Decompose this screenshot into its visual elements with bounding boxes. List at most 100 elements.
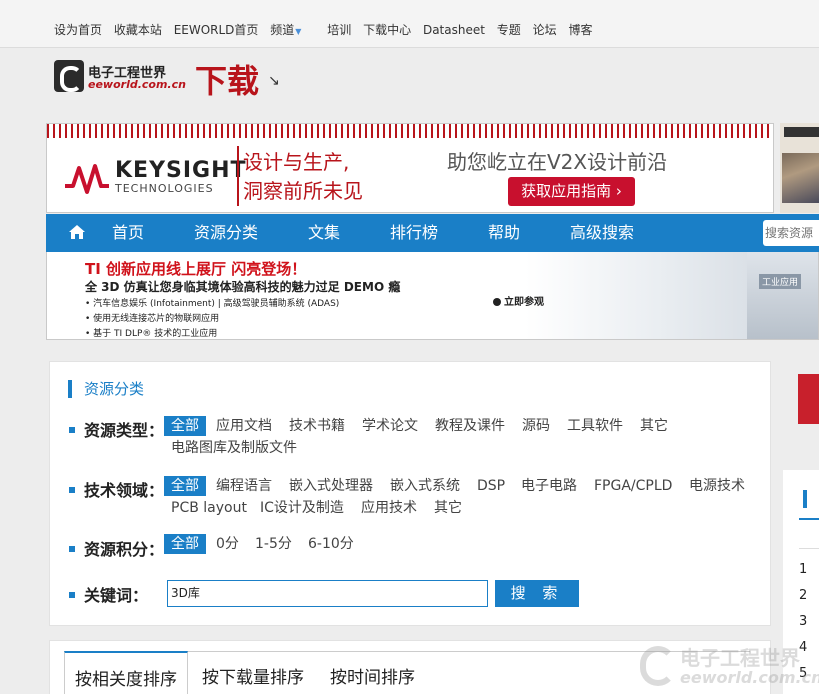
domain-option[interactable]: FPGA/CPLD — [594, 476, 672, 496]
promo-title: TI 创新应用线上展厅 闪亮登场！ — [85, 260, 307, 278]
domain-label: 技术领域： — [69, 477, 164, 501]
top-link-training[interactable]: 培训 — [327, 23, 351, 37]
filter-panel: 资源分类 资源类型： 全部 应用文档 技术书籍 学术论文 教程及课件 源码 工具… — [49, 361, 771, 626]
nav-item-categories[interactable]: 资源分类 — [194, 214, 258, 252]
rank-number: 5 — [799, 666, 808, 681]
top-link-datasheet[interactable]: Datasheet — [423, 23, 485, 37]
ranking-card: 1 2 3 4 5 — [783, 470, 819, 694]
type-option[interactable]: 电路图库及制版文件 — [171, 438, 297, 458]
filter-panel-title: 资源分类 — [68, 380, 144, 398]
domain-option-all[interactable]: 全部 — [164, 476, 206, 496]
top-link-blog[interactable]: 博客 — [568, 23, 592, 37]
nav-item-rankings[interactable]: 排行榜 — [390, 214, 438, 252]
sort-tab-time[interactable]: 按时间排序 — [330, 663, 415, 688]
keysight-wave-icon — [65, 164, 109, 194]
promo-subtitle: 全 3D 仿真让您身临其境体验高科技的魅力过足 DEMO 瘾 — [85, 280, 401, 294]
promo-machine-label: 工业应用 — [759, 274, 802, 289]
points-label: 资源积分： — [69, 536, 164, 560]
logo-mark-icon — [54, 60, 84, 92]
chevron-down-icon: ▼ — [295, 27, 302, 36]
rank-number: 1 — [799, 562, 808, 577]
type-option[interactable]: 技术书籍 — [289, 416, 345, 436]
type-option[interactable]: 教程及课件 — [435, 416, 505, 436]
side-ad-image[interactable] — [780, 123, 819, 213]
top-links: 设为首页 收藏本站 EEWORLD首页 频道▼ 培训 下载中心 Datashee… — [54, 21, 600, 38]
promo-bullet: • 汽车信息娱乐 (Infotainment) | 高级驾驶员辅助系统 (ADA… — [85, 299, 340, 309]
nav-item-home[interactable]: 首页 — [112, 214, 144, 252]
keyword-label: 关键词： — [69, 582, 148, 606]
side-ad-logo — [784, 127, 819, 137]
ad-banner-keysight[interactable]: KEYSIGHT TECHNOLOGIES 设计与生产, 洞察前所未见 助您屹立… — [46, 123, 774, 213]
side-ad-books-image — [782, 153, 819, 203]
domain-option[interactable]: 电源技术 — [689, 476, 745, 496]
top-link-channels[interactable]: 频道▼ — [270, 23, 309, 37]
keyword-input[interactable]: 3D库 — [167, 580, 488, 607]
points-option-all[interactable]: 全部 — [164, 534, 206, 554]
domain-option[interactable]: 编程语言 — [216, 476, 272, 496]
type-option[interactable]: 源码 — [522, 416, 550, 436]
domain-option[interactable]: 嵌入式处理器 — [289, 476, 373, 496]
home-icon[interactable] — [68, 224, 86, 240]
domain-option[interactable]: 其它 — [434, 498, 462, 518]
points-option[interactable]: 6-10分 — [308, 534, 354, 554]
banner-slogan: 设计与生产, 洞察前所未见 — [243, 148, 363, 206]
nav-item-collections[interactable]: 文集 — [308, 214, 340, 252]
banner-slogan-line1: 设计与生产, — [243, 150, 350, 174]
top-bar: 设为首页 收藏本站 EEWORLD首页 频道▼ 培训 下载中心 Datashee… — [0, 0, 819, 48]
type-option[interactable]: 应用文档 — [216, 416, 272, 436]
sort-panel: 按相关度排序 按下载量排序 按时间排序 — [49, 640, 771, 694]
play-icon — [493, 298, 501, 306]
type-option[interactable]: 其它 — [640, 416, 668, 436]
domain-option[interactable]: 应用技术 — [361, 498, 417, 518]
promo-visit-label: 立即参观 — [504, 297, 544, 308]
nav-item-advanced-search[interactable]: 高级搜索 — [570, 214, 634, 252]
promo-bullet: • 使用无线连接芯片的物联网应用 — [85, 314, 220, 324]
banner-brand-sub: TECHNOLOGIES — [115, 182, 214, 195]
domain-option[interactable]: PCB layout — [171, 498, 247, 518]
ranking-card-accent — [803, 490, 807, 508]
top-link-bookmark[interactable]: 收藏本站 — [114, 23, 162, 37]
banner-divider — [237, 146, 239, 206]
main-nav: 首页 资源分类 文集 排行榜 帮助 高级搜索 — [46, 214, 819, 252]
top-link-set-home[interactable]: 设为首页 — [54, 23, 102, 37]
top-link-topics[interactable]: 专题 — [497, 23, 521, 37]
domain-option[interactable]: 嵌入式系统 — [390, 476, 460, 496]
domain-option[interactable]: DSP — [477, 476, 505, 496]
rank-number: 4 — [799, 640, 808, 655]
nav-search-input[interactable] — [763, 220, 819, 246]
sort-tab-downloads[interactable]: 按下载量排序 — [202, 663, 304, 688]
top-link-download-center[interactable]: 下载中心 — [363, 23, 411, 37]
right-red-button[interactable] — [798, 374, 819, 424]
top-link-channels-label: 频道 — [270, 23, 295, 37]
type-option[interactable]: 工具软件 — [567, 416, 623, 436]
search-button[interactable]: 搜 索 — [495, 580, 579, 607]
banner-stripe — [47, 124, 773, 138]
sort-tab-relevance[interactable]: 按相关度排序 — [64, 651, 188, 694]
site-logo[interactable]: 电子工程世界 eeworld.com.cn — [54, 60, 186, 94]
points-option[interactable]: 1-5分 — [255, 534, 292, 554]
promo-machine-image: 工业应用 — [747, 252, 818, 339]
type-label: 资源类型： — [69, 417, 164, 441]
ad-banner-ti[interactable]: TI 创新应用线上展厅 闪亮登场！ 全 3D 仿真让您身临其境体验高科技的魅力过… — [46, 252, 819, 340]
promo-bullet-text: 使用无线连接芯片的物联网应用 — [93, 314, 220, 324]
promo-bullet-text: 基于 TI DLP® 技术的工业应用 — [93, 329, 218, 339]
promo-bullet-text: 汽车信息娱乐 (Infotainment) | 高级驾驶员辅助系统 (ADAS) — [93, 299, 340, 309]
type-option-all[interactable]: 全部 — [164, 416, 206, 436]
rank-number: 2 — [799, 588, 808, 603]
top-link-eeworld-home[interactable]: EEWORLD首页 — [174, 23, 259, 37]
banner-slogan-line2: 洞察前所未见 — [243, 179, 363, 203]
banner-headline: 助您屹立在V2X设计前沿 — [447, 150, 668, 174]
domain-option[interactable]: 电子电路 — [521, 476, 577, 496]
nav-item-help[interactable]: 帮助 — [488, 214, 520, 252]
promo-bullet: • 基于 TI DLP® 技术的工业应用 — [85, 329, 218, 339]
domain-option[interactable]: IC设计及制造 — [260, 498, 344, 518]
arrow-down-right-icon: ↘ — [268, 73, 280, 89]
banner-cta-button[interactable]: 获取应用指南 › — [508, 177, 635, 206]
banner-brand: KEYSIGHT — [115, 158, 247, 183]
promo-visit-link[interactable]: 立即参观 — [493, 293, 544, 308]
points-option[interactable]: 0分 — [216, 534, 239, 554]
page-title: 下载 — [195, 62, 260, 100]
type-option[interactable]: 学术论文 — [362, 416, 418, 436]
top-link-forum[interactable]: 论坛 — [533, 23, 557, 37]
logo-text-en: eeworld.com.cn — [88, 78, 186, 91]
